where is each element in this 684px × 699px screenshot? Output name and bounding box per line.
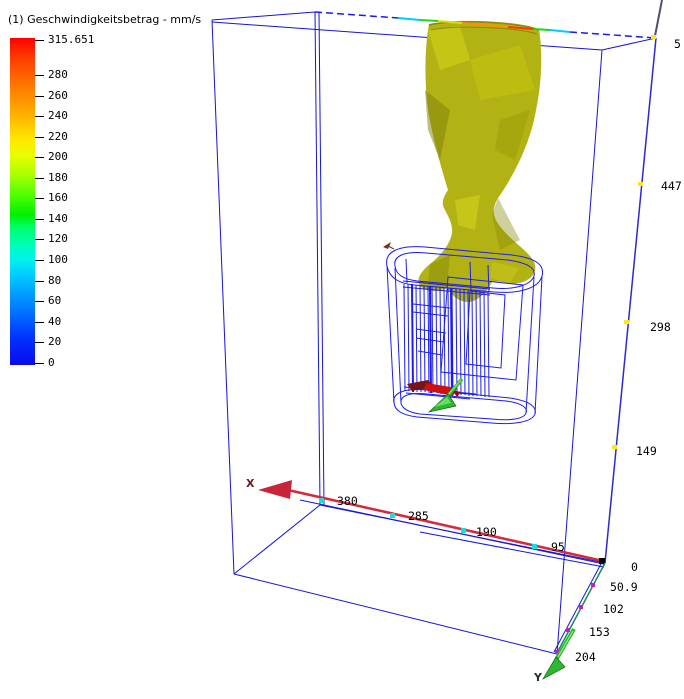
x-ruler-label: 190 [476, 525, 497, 539]
y-axis-label: Y [533, 671, 543, 684]
y-axis-arrow-icon [542, 656, 566, 680]
x-axis-arrow-icon [258, 480, 292, 499]
height-ruler [599, 35, 656, 564]
y-ruler-label: 204 [575, 650, 596, 664]
height-ruler-label: 298 [650, 320, 671, 334]
legend-title: (1) Geschwindigkeitsbetrag - mm/s [8, 13, 202, 26]
rim-axis-mark [383, 242, 395, 250]
x-axis-label: X [246, 477, 255, 490]
x-ruler-label: 380 [337, 494, 358, 508]
color-legend: (1) Geschwindigkeitsbetrag - mm/s 315.65… [8, 13, 202, 369]
y-ruler-label: 102 [603, 602, 624, 616]
origin-label: 0 [631, 560, 638, 574]
x-ruler-label: 95 [551, 540, 565, 554]
domain-box-front-edges [211, 19, 603, 655]
height-ruler-label: 149 [636, 444, 657, 458]
height-ruler-label: 447 [661, 179, 682, 193]
cfd-viewport[interactable]: 5 447 298 149 0 50.9 102 153 204 380 285… [0, 0, 684, 699]
legend-colorbar [10, 38, 35, 365]
y-ruler-label: 50.9 [610, 580, 638, 594]
height-ruler-top-label: 5 [674, 37, 681, 51]
y-ruler-label: 153 [589, 625, 610, 639]
x-ruler-label: 285 [408, 509, 429, 523]
isosurface-jet [418, 20, 542, 303]
